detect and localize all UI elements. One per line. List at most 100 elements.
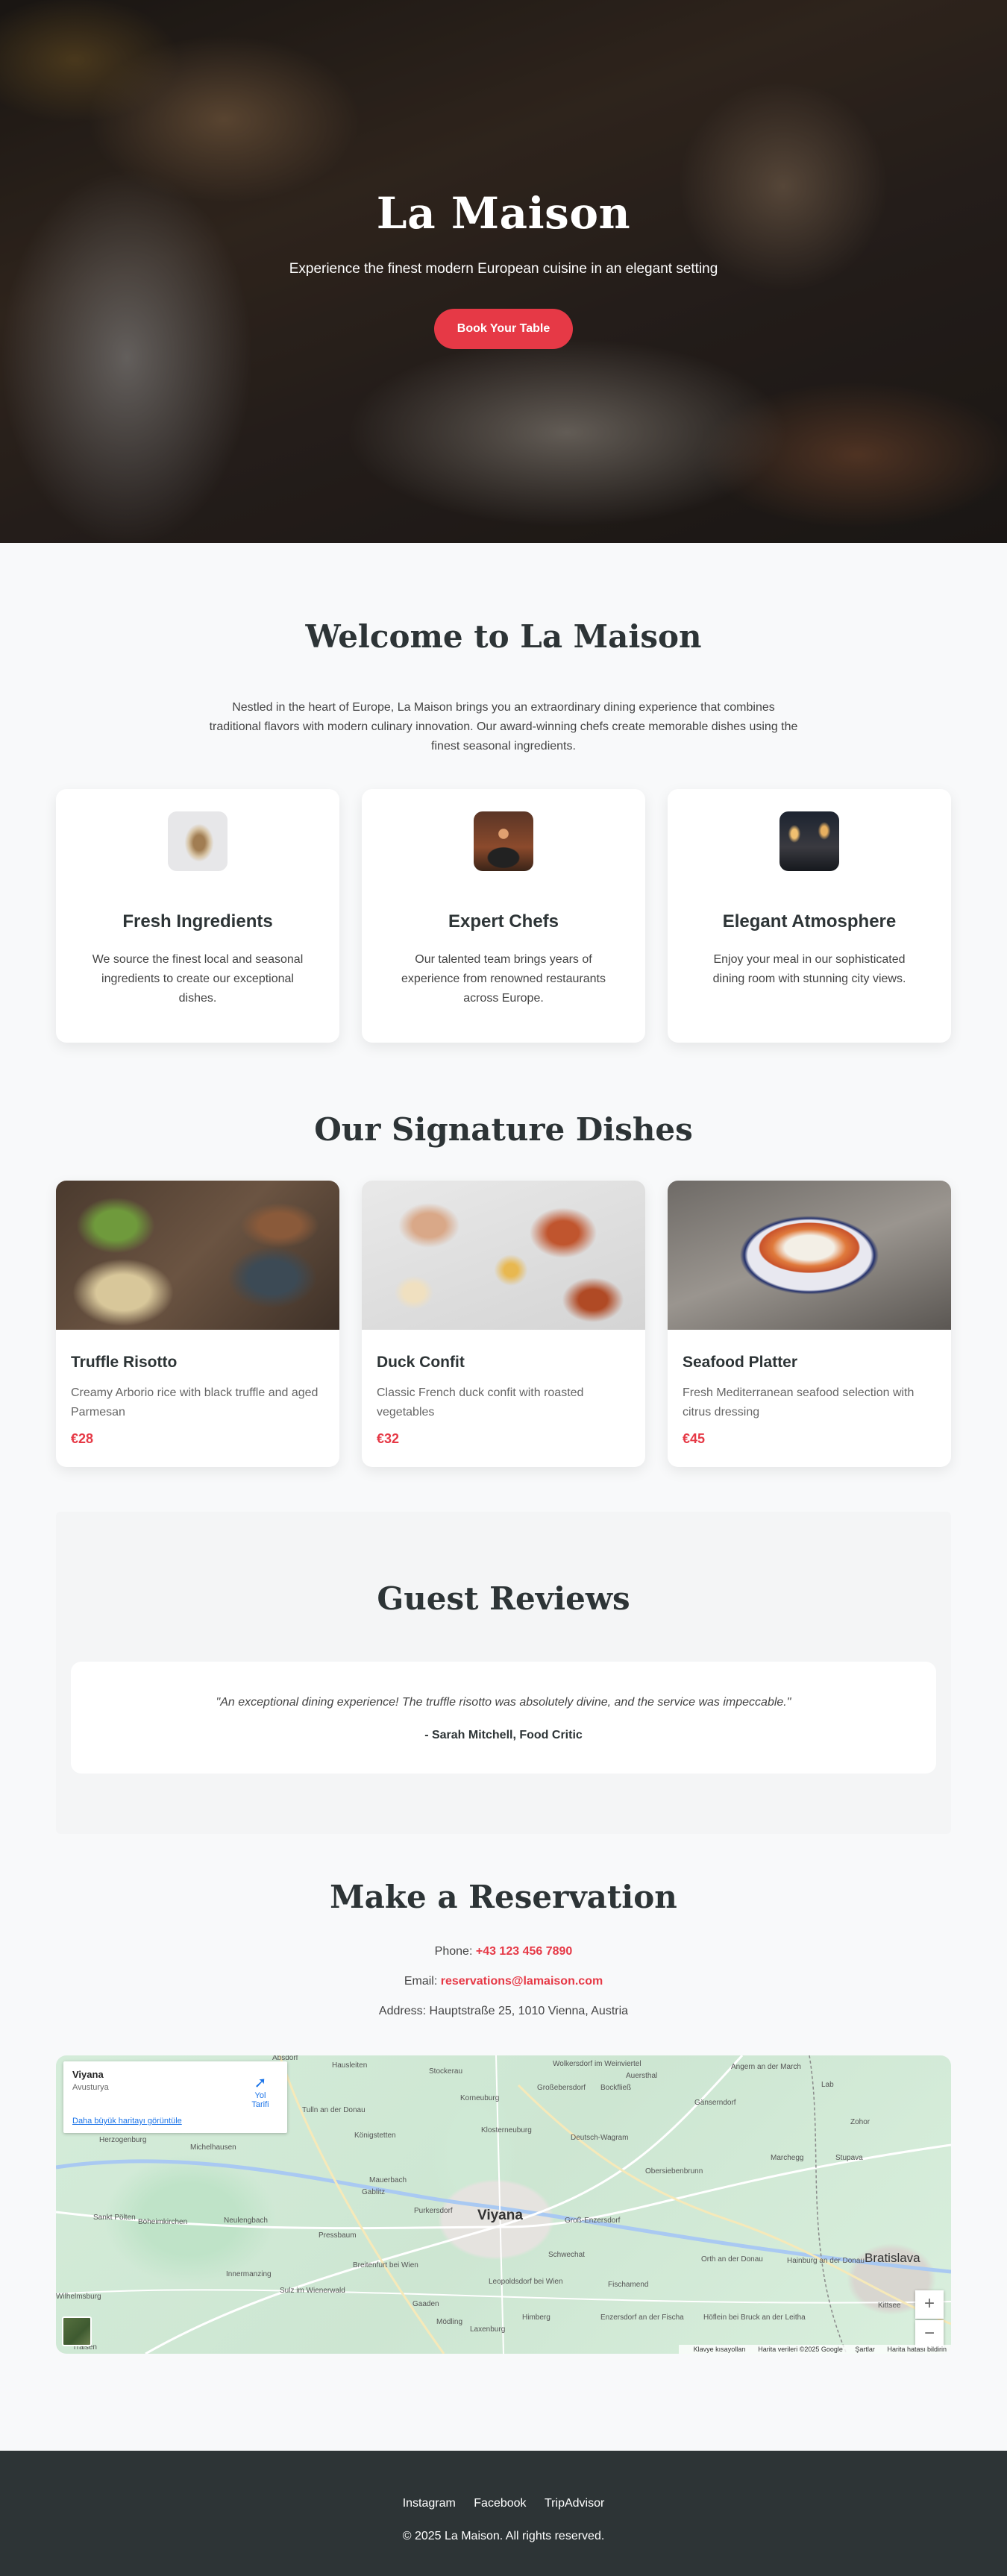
dish-image <box>362 1181 645 1330</box>
terms-link[interactable]: Şartlar <box>855 2346 875 2353</box>
feature-description: Enjoy your meal in our sophisticated din… <box>712 953 906 985</box>
feature-title: Expert Chefs <box>448 911 559 932</box>
map-town: Mödling <box>436 2318 463 2326</box>
book-table-button[interactable]: Book Your Table <box>433 309 574 349</box>
map-town: Deutsch-Wagram <box>571 2134 629 2142</box>
map-town: Schwechat <box>548 2251 585 2259</box>
phone-label: Phone: <box>434 1945 473 1958</box>
map-town: Klosterneuburg <box>481 2126 532 2134</box>
map-town: Innermanzing <box>226 2270 272 2278</box>
dish-name: Seafood Platter <box>683 1354 798 1371</box>
map-town: Lab <box>821 2081 834 2089</box>
map-town: Himberg <box>522 2313 550 2322</box>
hero-section: La Maison Experience the finest modern E… <box>0 0 1007 543</box>
dish-card-truffle-risotto[interactable]: Truffle Risotto Creamy Arborio rice with… <box>56 1181 339 1467</box>
map-town: Gaaden <box>412 2300 439 2308</box>
map-town: Sulz im Wienerwald <box>280 2287 345 2295</box>
satellite-toggle[interactable] <box>62 2316 92 2346</box>
map-town: Königstetten <box>354 2132 396 2140</box>
map-town: Groß-Enzersdorf <box>565 2217 621 2225</box>
map-town: Stupava <box>835 2154 863 2162</box>
feature-list: Fresh Ingredients We source the finest l… <box>56 789 951 1043</box>
dish-body: Seafood Platter Fresh Mediterranean seaf… <box>668 1330 951 1447</box>
instagram-link[interactable]: Instagram <box>403 2497 456 2510</box>
map-town: Laxenburg <box>470 2325 506 2334</box>
dish-body: Duck Confit Classic French duck confit w… <box>362 1330 645 1447</box>
map-town: Gänserndorf <box>694 2099 736 2107</box>
dish-price: €28 <box>71 1431 94 1446</box>
hero-title: La Maison <box>376 188 631 239</box>
reservation-title: Make a Reservation <box>330 1879 677 1915</box>
phone-line: Phone: +43 123 456 7890 <box>56 1945 951 1958</box>
welcome-section: Welcome to La Maison Nestled in the hear… <box>56 543 951 1043</box>
map-town: Böheimkirchen <box>138 2218 188 2226</box>
feature-description: We source the finest local and seasonal … <box>92 953 304 1005</box>
map-town: Höflein bei Bruck an der Leitha <box>703 2313 806 2322</box>
map-attribution: Klavye kısayolları Harita verileri ©2025… <box>678 2345 951 2354</box>
dish-card-seafood-platter[interactable]: Seafood Platter Fresh Mediterranean seaf… <box>668 1181 951 1467</box>
email-link[interactable]: reservations@lamaison.com <box>441 1975 603 1988</box>
map-town: Leopoldsdorf bei Wien <box>489 2278 563 2286</box>
oyster-image <box>168 811 228 871</box>
dish-price: €45 <box>683 1431 706 1446</box>
main-container: Welcome to La Maison Nestled in the hear… <box>56 543 951 2354</box>
map-town: Angern an der March <box>731 2063 801 2071</box>
phone-link[interactable]: +43 123 456 7890 <box>476 1945 572 1958</box>
tripadvisor-link[interactable]: TripAdvisor <box>545 2497 604 2510</box>
feature-title: Fresh Ingredients <box>122 911 273 932</box>
map-town: Wolkersdorf im Weinviertel <box>553 2060 641 2068</box>
feature-description: Our talented team brings years of experi… <box>401 953 606 1005</box>
dish-description: Fresh Mediterranean seafood selection wi… <box>683 1386 915 1419</box>
map-town: Obersiebenbrunn <box>645 2167 703 2176</box>
map-town: Breitenfurt bei Wien <box>353 2261 418 2269</box>
keyboard-shortcuts-link[interactable]: Klavye kısayolları <box>694 2346 746 2353</box>
feature-card-fresh-ingredients: Fresh Ingredients We source the finest l… <box>56 789 339 1043</box>
map-town: Stockerau <box>429 2067 463 2076</box>
directions-button[interactable]: ➚ Yol Tarifi <box>245 2075 275 2109</box>
map-data-text: Harita verileri ©2025 Google <box>758 2346 843 2353</box>
zoom-in-button[interactable]: + <box>915 2290 944 2319</box>
map-town: Fischamend <box>608 2281 649 2289</box>
map-town: Großebersdorf <box>537 2084 586 2092</box>
footer-links: Instagram Facebook TripAdvisor <box>0 2497 1007 2510</box>
reservation-section: Make a Reservation Phone: +43 123 456 78… <box>56 1879 951 2354</box>
facebook-link[interactable]: Facebook <box>474 2497 526 2510</box>
map-town: Hausleiten <box>332 2061 368 2070</box>
map-town: Hainburg an der Donau <box>787 2257 865 2265</box>
map-town: Enzersdorf an der Fischa <box>600 2313 684 2322</box>
welcome-text: Nestled in the heart of Europe, La Maiso… <box>209 701 798 753</box>
dish-name: Duck Confit <box>377 1354 465 1371</box>
map-town: Zohor <box>850 2118 870 2126</box>
review-card: "An exceptional dining experience! The t… <box>71 1662 936 1774</box>
dish-list: Truffle Risotto Creamy Arborio rice with… <box>56 1181 951 1467</box>
dishes-section: Our Signature Dishes Truffle Risotto Cre… <box>56 1111 951 1467</box>
feature-card-expert-chefs: Expert Chefs Our talented team brings ye… <box>362 789 645 1043</box>
map-town: Wilhelmsburg <box>56 2293 101 2301</box>
reviews-title: Guest Reviews <box>377 1580 630 1617</box>
dishes-title: Our Signature Dishes <box>314 1111 693 1148</box>
map-town: Gablitz <box>362 2188 386 2196</box>
dish-image <box>56 1181 339 1330</box>
map-town: Orth an der Donau <box>701 2255 763 2264</box>
report-error-link[interactable]: Harita hatası bildirin <box>887 2346 947 2353</box>
map-town: Neulengbach <box>224 2217 268 2225</box>
larger-map-link[interactable]: Daha büyük haritayı görüntüle <box>72 2117 182 2126</box>
hero-subtitle: Experience the finest modern European cu… <box>289 261 718 277</box>
review-author: - Sarah Mitchell, Food Critic <box>424 1729 583 1741</box>
map-info-card: Viyana Avusturya Daha büyük haritayı gör… <box>63 2061 287 2133</box>
dish-card-duck-confit[interactable]: Duck Confit Classic French duck confit w… <box>362 1181 645 1467</box>
map-town: Michelhausen <box>190 2143 236 2152</box>
map-town: Tulln an der Donau <box>302 2106 366 2114</box>
directions-label: Yol Tarifi <box>251 2091 269 2109</box>
email-line: Email: reservations@lamaison.com <box>56 1975 951 1988</box>
dish-image <box>668 1181 951 1330</box>
map-city-label: Viyana <box>477 2208 523 2223</box>
map-bratislava-label: Bratislava <box>865 2251 920 2265</box>
map-embed[interactable]: Absdorf Hausleiten Stockerau Wolkersdorf… <box>56 2055 951 2354</box>
copyright: © 2025 La Maison. All rights reserved. <box>402 2530 605 2542</box>
dish-body: Truffle Risotto Creamy Arborio rice with… <box>56 1330 339 1447</box>
map-town: Marchegg <box>771 2154 804 2162</box>
directions-icon: ➚ <box>254 2075 267 2091</box>
hero-content: La Maison Experience the finest modern E… <box>0 0 1007 543</box>
dish-description: Classic French duck confit with roasted … <box>377 1386 584 1419</box>
